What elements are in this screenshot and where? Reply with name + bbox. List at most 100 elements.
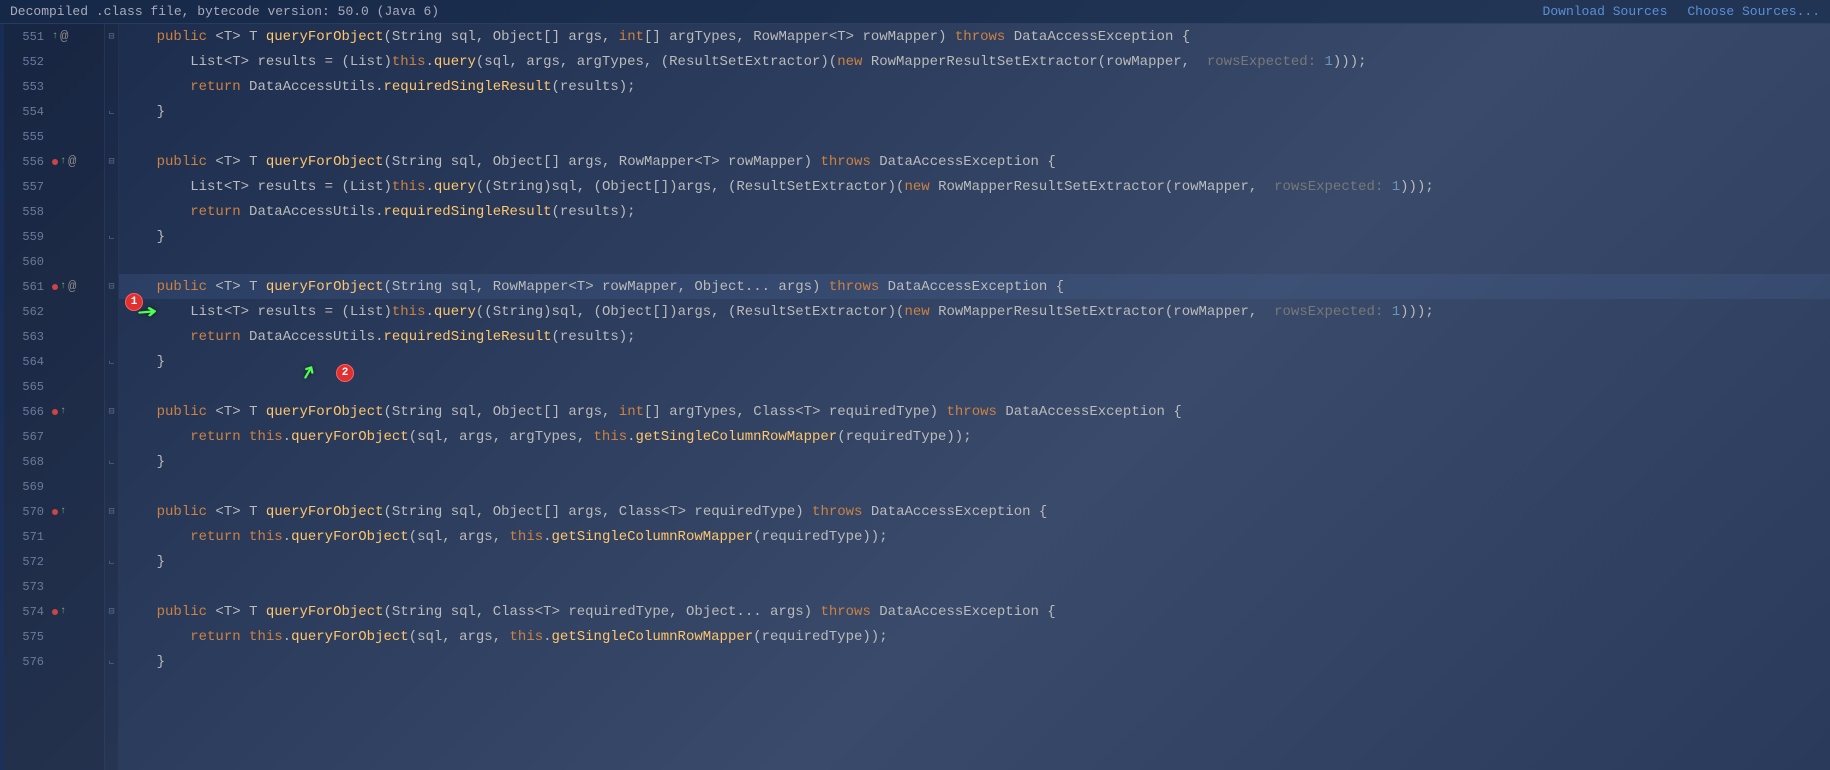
fold-cell[interactable]: [105, 474, 118, 499]
gutter-row[interactable]: 570↑: [0, 499, 104, 524]
code-line[interactable]: }: [119, 224, 1830, 249]
breakpoint-icon[interactable]: [52, 284, 58, 290]
code-line[interactable]: [119, 249, 1830, 274]
code-line[interactable]: public <T> T queryForObject(String sql, …: [119, 149, 1830, 174]
code-line[interactable]: public <T> T queryForObject(String sql, …: [119, 499, 1830, 524]
fold-cell[interactable]: ⌐: [105, 549, 118, 574]
fold-cell[interactable]: ⌐: [105, 449, 118, 474]
fold-cell[interactable]: [105, 324, 118, 349]
code-line[interactable]: }: [119, 99, 1830, 124]
gutter-row[interactable]: 568: [0, 449, 104, 474]
fold-cell[interactable]: [105, 374, 118, 399]
fold-cell[interactable]: ⌐: [105, 349, 118, 374]
gutter-row[interactable]: 559: [0, 224, 104, 249]
fold-cell[interactable]: [105, 624, 118, 649]
code-token: T: [804, 404, 812, 420]
code-line[interactable]: public <T> T queryForObject(String sql, …: [119, 399, 1830, 424]
annotation-icon[interactable]: @: [68, 279, 76, 295]
code-line[interactable]: [119, 574, 1830, 599]
breakpoint-icon[interactable]: [52, 609, 58, 615]
fold-cell[interactable]: [105, 299, 118, 324]
fold-cell[interactable]: [105, 524, 118, 549]
fold-column[interactable]: ⊟ ⌐ ⊟ ⌐ ⊟ ⌐ ⊟ ⌐ ⊟ ⌐ ⊟ ⌐: [105, 24, 119, 770]
breakpoint-icon[interactable]: [52, 159, 58, 165]
gutter-row[interactable]: 565: [0, 374, 104, 399]
download-sources-link[interactable]: Download Sources: [1543, 4, 1668, 19]
code-line[interactable]: return DataAccessUtils.requiredSingleRes…: [119, 74, 1830, 99]
code-editor[interactable]: 551↑@552553554555556↑@557558559560561↑@5…: [0, 24, 1830, 770]
code-line[interactable]: public <T> T queryForObject(String sql, …: [119, 24, 1830, 49]
code-line[interactable]: return DataAccessUtils.requiredSingleRes…: [119, 199, 1830, 224]
fold-cell[interactable]: ⊟: [105, 149, 118, 174]
code-line[interactable]: public <T> T queryForObject(String sql, …: [119, 274, 1830, 299]
override-up-icon[interactable]: ↑: [60, 506, 66, 517]
override-up-icon[interactable]: ↑: [60, 156, 66, 167]
gutter-row[interactable]: 563: [0, 324, 104, 349]
code-line[interactable]: [119, 474, 1830, 499]
code-line[interactable]: return this.queryForObject(sql, args, th…: [119, 624, 1830, 649]
fold-cell[interactable]: ⌐: [105, 99, 118, 124]
gutter-row[interactable]: 552: [0, 49, 104, 74]
gutter-row[interactable]: 571: [0, 524, 104, 549]
override-up-icon[interactable]: ↑: [52, 31, 58, 42]
breakpoint-icon[interactable]: [52, 409, 58, 415]
gutter-row[interactable]: 555: [0, 124, 104, 149]
gutter-row[interactable]: 562: [0, 299, 104, 324]
code-line[interactable]: [119, 124, 1830, 149]
gutter-row[interactable]: 561↑@: [0, 274, 104, 299]
code-line[interactable]: }: [119, 549, 1830, 574]
code-line[interactable]: List<T> results = (List)this.query((Stri…: [119, 174, 1830, 199]
gutter-row[interactable]: 576: [0, 649, 104, 674]
code-line[interactable]: }: [119, 649, 1830, 674]
fold-cell[interactable]: ⊟: [105, 599, 118, 624]
gutter-row[interactable]: 569: [0, 474, 104, 499]
override-up-icon[interactable]: ↑: [60, 281, 66, 292]
fold-cell[interactable]: [105, 249, 118, 274]
fold-cell[interactable]: [105, 424, 118, 449]
code-line[interactable]: List<T> results = (List)this.query((Stri…: [119, 299, 1830, 324]
fold-cell[interactable]: ⊟: [105, 24, 118, 49]
gutter[interactable]: 551↑@552553554555556↑@557558559560561↑@5…: [0, 24, 105, 770]
gutter-row[interactable]: 558: [0, 199, 104, 224]
breakpoint-icon[interactable]: [52, 509, 58, 515]
gutter-row[interactable]: 566↑: [0, 399, 104, 424]
gutter-row[interactable]: 575: [0, 624, 104, 649]
code-line[interactable]: return DataAccessUtils.requiredSingleRes…: [119, 324, 1830, 349]
gutter-row[interactable]: 554: [0, 99, 104, 124]
choose-sources-link[interactable]: Choose Sources...: [1687, 4, 1820, 19]
gutter-marks: ↑: [50, 406, 100, 417]
fold-cell[interactable]: [105, 49, 118, 74]
gutter-row[interactable]: 574↑: [0, 599, 104, 624]
gutter-row[interactable]: 572: [0, 549, 104, 574]
code-line[interactable]: return this.queryForObject(sql, args, th…: [119, 524, 1830, 549]
fold-cell[interactable]: ⊟: [105, 499, 118, 524]
fold-cell[interactable]: [105, 174, 118, 199]
gutter-row[interactable]: 567: [0, 424, 104, 449]
annotation-icon[interactable]: @: [68, 154, 76, 170]
gutter-row[interactable]: 573: [0, 574, 104, 599]
fold-cell[interactable]: [105, 74, 118, 99]
fold-cell[interactable]: ⊟: [105, 399, 118, 424]
code-line[interactable]: }: [119, 349, 1830, 374]
code-line[interactable]: [119, 374, 1830, 399]
gutter-row[interactable]: 560: [0, 249, 104, 274]
fold-cell[interactable]: [105, 199, 118, 224]
gutter-row[interactable]: 551↑@: [0, 24, 104, 49]
annotation-icon[interactable]: @: [60, 29, 68, 45]
override-up-icon[interactable]: ↑: [60, 606, 66, 617]
fold-cell[interactable]: ⌐: [105, 224, 118, 249]
code-area[interactable]: public <T> T queryForObject(String sql, …: [119, 24, 1830, 770]
code-line[interactable]: }: [119, 449, 1830, 474]
fold-cell[interactable]: ⊟: [105, 274, 118, 299]
fold-cell[interactable]: [105, 124, 118, 149]
gutter-row[interactable]: 564: [0, 349, 104, 374]
fold-cell[interactable]: [105, 574, 118, 599]
override-up-icon[interactable]: ↑: [60, 406, 66, 417]
code-line[interactable]: List<T> results = (List)this.query(sql, …: [119, 49, 1830, 74]
gutter-row[interactable]: 553: [0, 74, 104, 99]
gutter-row[interactable]: 556↑@: [0, 149, 104, 174]
code-line[interactable]: public <T> T queryForObject(String sql, …: [119, 599, 1830, 624]
code-line[interactable]: return this.queryForObject(sql, args, ar…: [119, 424, 1830, 449]
fold-cell[interactable]: ⌐: [105, 649, 118, 674]
gutter-row[interactable]: 557: [0, 174, 104, 199]
